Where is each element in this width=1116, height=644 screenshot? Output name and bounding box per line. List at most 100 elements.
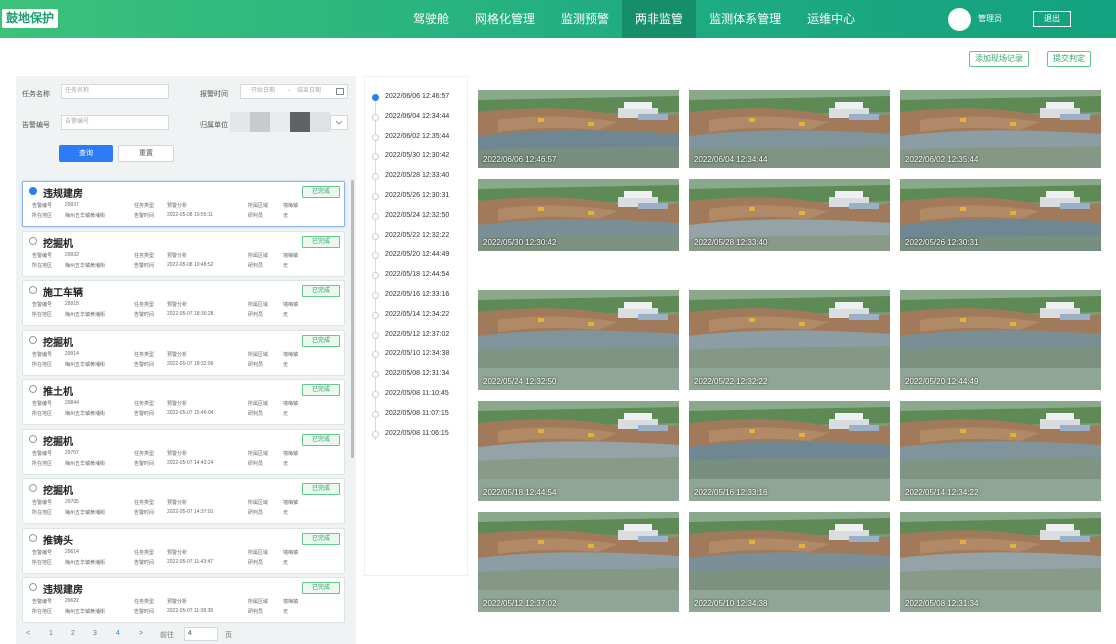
radio-icon[interactable] <box>29 237 37 245</box>
timeline-dot[interactable] <box>372 252 379 259</box>
reset-button[interactable]: 重置 <box>118 145 174 162</box>
timeline-dot[interactable] <box>372 431 379 438</box>
site-photo[interactable]: 2022/06/06 12:46:57 <box>478 90 679 168</box>
page-3[interactable]: 3 <box>93 630 97 637</box>
timeline-item[interactable]: 2022/05/22 12:32:22 <box>385 232 449 239</box>
timeline-item[interactable]: 2022/05/08 12:31:34 <box>385 370 449 377</box>
page-4[interactable]: 4 <box>116 630 120 637</box>
task-name-input[interactable]: 任务名称 <box>61 84 169 99</box>
timeline-item[interactable]: 2022/05/26 12:30:31 <box>385 192 449 199</box>
nav-operations-center[interactable]: 运维中心 <box>794 0 868 38</box>
timeline-dot[interactable] <box>372 173 379 180</box>
timeline-dot[interactable] <box>372 351 379 358</box>
timeline-item[interactable]: 2022/05/16 12:33:16 <box>385 291 449 298</box>
task-type-label: 任务类型 <box>134 401 155 407</box>
timeline-dot[interactable] <box>372 292 379 299</box>
radio-icon[interactable] <box>29 583 37 591</box>
timeline-dot[interactable] <box>372 272 379 279</box>
user-avatar[interactable] <box>948 8 971 31</box>
radio-icon[interactable] <box>29 336 37 344</box>
nav-cockpit[interactable]: 驾驶舱 <box>400 0 462 38</box>
timeline-item[interactable]: 2022/05/14 12:34:22 <box>385 311 449 318</box>
page-1[interactable]: 1 <box>49 630 53 637</box>
site-photo[interactable]: 2022/05/30 12:30:42 <box>478 179 679 251</box>
timeline-dot[interactable] <box>372 371 379 378</box>
app-logo: 鼓地保护 <box>2 9 59 28</box>
timeline-item[interactable]: 2022/05/08 11:06:15 <box>385 430 449 437</box>
radio-icon[interactable] <box>29 385 37 393</box>
nav-monitoring-alert[interactable]: 监测预警 <box>548 0 622 38</box>
timeline-item[interactable]: 2022/05/20 12:44:49 <box>385 251 449 258</box>
timeline-dot[interactable] <box>372 233 379 240</box>
alarm-list-item[interactable]: 挖掘机 已完成 告警编号 29932 任务类型 预警分析 所属区域 墙梅镇 所在地区 梅州五华镇黄… <box>22 231 345 277</box>
alarm-list-item[interactable]: 违规建房 已完成 告警编号 29937 任务类型 预警分析 所属区域 墙梅镇 所在地区 梅州五华镇… <box>22 181 345 227</box>
timeline-dot[interactable] <box>372 134 379 141</box>
site-photo[interactable]: 2022/05/10 12:34:38 <box>689 512 890 612</box>
area-label: 所属区域 <box>248 550 269 556</box>
timeline-dot[interactable] <box>372 332 379 339</box>
alarm-no-input[interactable]: 告警编号 <box>61 115 169 130</box>
site-photo[interactable]: 2022/05/22 12:32:22 <box>689 290 890 390</box>
timeline-item[interactable]: 2022/05/18 12:44:54 <box>385 271 449 278</box>
timeline-dot[interactable] <box>372 213 379 220</box>
goto-page-input[interactable]: 4 <box>184 627 218 641</box>
timeline-item[interactable]: 2022/05/08 11:07:15 <box>385 410 449 417</box>
timeline-item[interactable]: 2022/06/06 12:46:57 <box>385 93 449 100</box>
radio-icon[interactable] <box>29 484 37 492</box>
handler-label: 研判员 <box>248 213 264 219</box>
site-photo[interactable]: 2022/05/08 12:31:34 <box>900 512 1101 612</box>
timeline-dot[interactable] <box>372 391 379 398</box>
timeline-item[interactable]: 2022/05/12 12:37:02 <box>385 331 449 338</box>
nav-monitoring-system[interactable]: 监测体系管理 <box>696 0 794 38</box>
timeline-dot[interactable] <box>372 114 379 121</box>
timeline-item[interactable]: 2022/05/24 12:32:50 <box>385 212 449 219</box>
radio-icon[interactable] <box>29 435 37 443</box>
alarm-list-item[interactable]: 挖掘机 已完成 告警编号 29914 任务类型 预警分析 所属区域 墙梅镇 所在地区 梅州五华镇黄… <box>22 330 345 376</box>
timeline-item[interactable]: 2022/06/04 12:34:44 <box>385 113 449 120</box>
next-page-button[interactable]: > <box>139 630 143 637</box>
timeline-item[interactable]: 2022/05/10 12:34:38 <box>385 350 449 357</box>
username[interactable]: 管理员 <box>978 13 1002 24</box>
timeline-item[interactable]: 2022/05/30 12:30:42 <box>385 152 449 159</box>
timeline-dot[interactable] <box>372 153 379 160</box>
site-photo[interactable]: 2022/05/14 12:34:22 <box>900 401 1101 501</box>
site-photo[interactable]: 2022/05/24 12:32:50 <box>478 290 679 390</box>
alarm-list-item[interactable]: 违规建房 已完成 告警编号 29622 任务类型 预警分析 所属区域 墙梅镇 所在地区 梅州五华镇… <box>22 577 345 623</box>
radio-icon[interactable] <box>29 534 37 542</box>
query-button[interactable]: 查询 <box>59 145 113 162</box>
alarm-list-item[interactable]: 推土机 已完成 告警编号 29844 任务类型 预警分析 所属区域 墙梅镇 所在地区 梅州五华镇黄… <box>22 379 345 425</box>
status-badge: 已完成 <box>302 285 340 297</box>
site-photo[interactable]: 2022/05/12 12:37:02 <box>478 512 679 612</box>
site-photo[interactable]: 2022/05/26 12:30:31 <box>900 179 1101 251</box>
timeline-item[interactable]: 2022/05/28 12:33:40 <box>385 172 449 179</box>
radio-icon[interactable] <box>29 187 37 195</box>
add-record-button[interactable]: 添加现场记录 <box>969 51 1029 67</box>
alarm-list-item[interactable]: 挖掘机 已完成 告警编号 29705 任务类型 预警分析 所属区域 墙梅镇 所在地区 梅州五华镇黄… <box>22 478 345 524</box>
date-range-picker[interactable]: 开始日期 - 结束日期 <box>240 84 348 99</box>
timeline-dot[interactable] <box>372 411 379 418</box>
timeline-item[interactable]: 2022/06/02 12:35:44 <box>385 133 449 140</box>
site-photo[interactable]: 2022/05/20 12:44:49 <box>900 290 1101 390</box>
prev-page-button[interactable]: < <box>26 630 30 637</box>
timeline-item[interactable]: 2022/05/08 11:10:45 <box>385 390 449 397</box>
timeline-dot[interactable] <box>372 193 379 200</box>
nav-two-non-supervision[interactable]: 两非监管 <box>622 0 697 38</box>
site-photo[interactable]: 2022/06/02 12:35:44 <box>900 90 1101 168</box>
site-photo[interactable]: 2022/05/18 12:44:54 <box>478 401 679 501</box>
submit-judgement-button[interactable]: 提交判定 <box>1047 51 1091 67</box>
alarm-list-item[interactable]: 施工车辆 已完成 告警编号 29918 任务类型 预警分析 所属区域 墙梅镇 所在地区 梅州五华镇… <box>22 280 345 326</box>
logout-button[interactable]: 退出 <box>1033 11 1071 27</box>
timeline-dot[interactable] <box>372 94 379 101</box>
alarm-list-item[interactable]: 推铸头 已完成 告警编号 29614 任务类型 预警分析 所属区域 墙梅镇 所在地区 梅州五华镇黄… <box>22 528 345 574</box>
alarm-list-item[interactable]: 挖掘机 已完成 告警编号 29707 任务类型 预警分析 所属区域 墙梅镇 所在地区 梅州五华镇黄… <box>22 429 345 475</box>
page-2[interactable]: 2 <box>71 630 75 637</box>
calendar-icon <box>336 88 344 95</box>
site-photo[interactable]: 2022/06/04 12:34:44 <box>689 90 890 168</box>
timeline-dot[interactable] <box>372 312 379 319</box>
belong-select[interactable] <box>230 112 348 132</box>
site-photo[interactable]: 2022/05/16 12:33:16 <box>689 401 890 501</box>
list-scrollbar[interactable] <box>351 180 354 458</box>
radio-icon[interactable] <box>29 286 37 294</box>
nav-grid-management[interactable]: 网格化管理 <box>462 0 548 38</box>
site-photo[interactable]: 2022/05/28 12:33:40 <box>689 179 890 251</box>
